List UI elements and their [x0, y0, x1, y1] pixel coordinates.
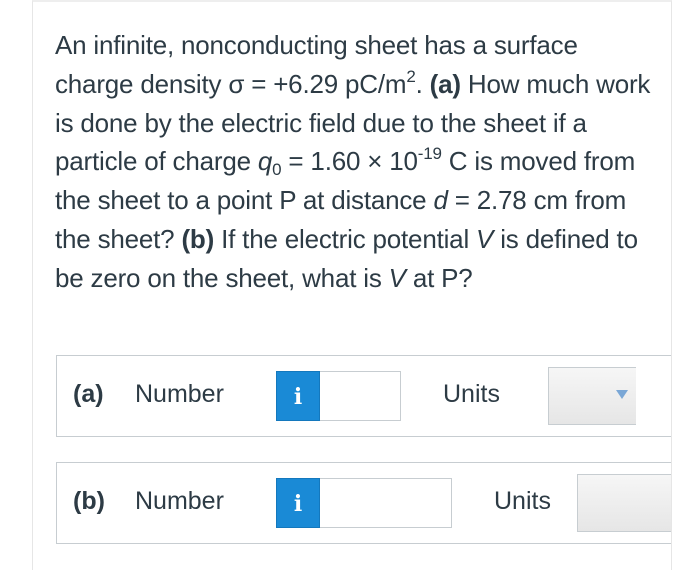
answer-row-b: (b) Number i Units: [56, 462, 671, 544]
number-label-b: Number: [135, 487, 224, 515]
chevron-down-icon: [616, 390, 628, 399]
units-label-a: Units: [443, 380, 500, 408]
question-segment: = 1.60 × 10: [281, 146, 418, 177]
question-segment: .: [415, 68, 430, 99]
units-select-b[interactable]: [577, 474, 671, 532]
number-label-a: Number: [135, 380, 224, 408]
part-label-b: (b): [73, 487, 105, 515]
units-label-b: Units: [494, 487, 551, 515]
charge-symbol: q: [257, 146, 273, 177]
charge-subscript: 0: [272, 160, 282, 180]
info-icon[interactable]: i: [276, 371, 320, 421]
potential-symbol: V: [388, 262, 406, 293]
units-select-a[interactable]: [548, 367, 636, 425]
number-input-b[interactable]: [320, 478, 452, 528]
page: An infinite, nonconducting sheet has a s…: [0, 0, 700, 570]
distance-symbol: d: [433, 185, 448, 216]
superscript-exponent: -19: [417, 144, 442, 164]
question-segment: If the electric potential: [214, 223, 477, 254]
part-a-tag: (a): [429, 68, 461, 99]
number-input-a[interactable]: [320, 371, 401, 421]
question-text: An infinite, nonconducting sheet has a s…: [55, 26, 655, 298]
info-icon[interactable]: i: [276, 478, 320, 528]
part-b-tag: (b): [181, 223, 215, 254]
potential-symbol: V: [476, 223, 494, 254]
superscript-exponent: 2: [406, 66, 416, 86]
answer-row-a: (a) Number i Units: [56, 355, 671, 437]
part-label-a: (a): [73, 380, 104, 408]
question-segment: at P?: [405, 262, 473, 293]
